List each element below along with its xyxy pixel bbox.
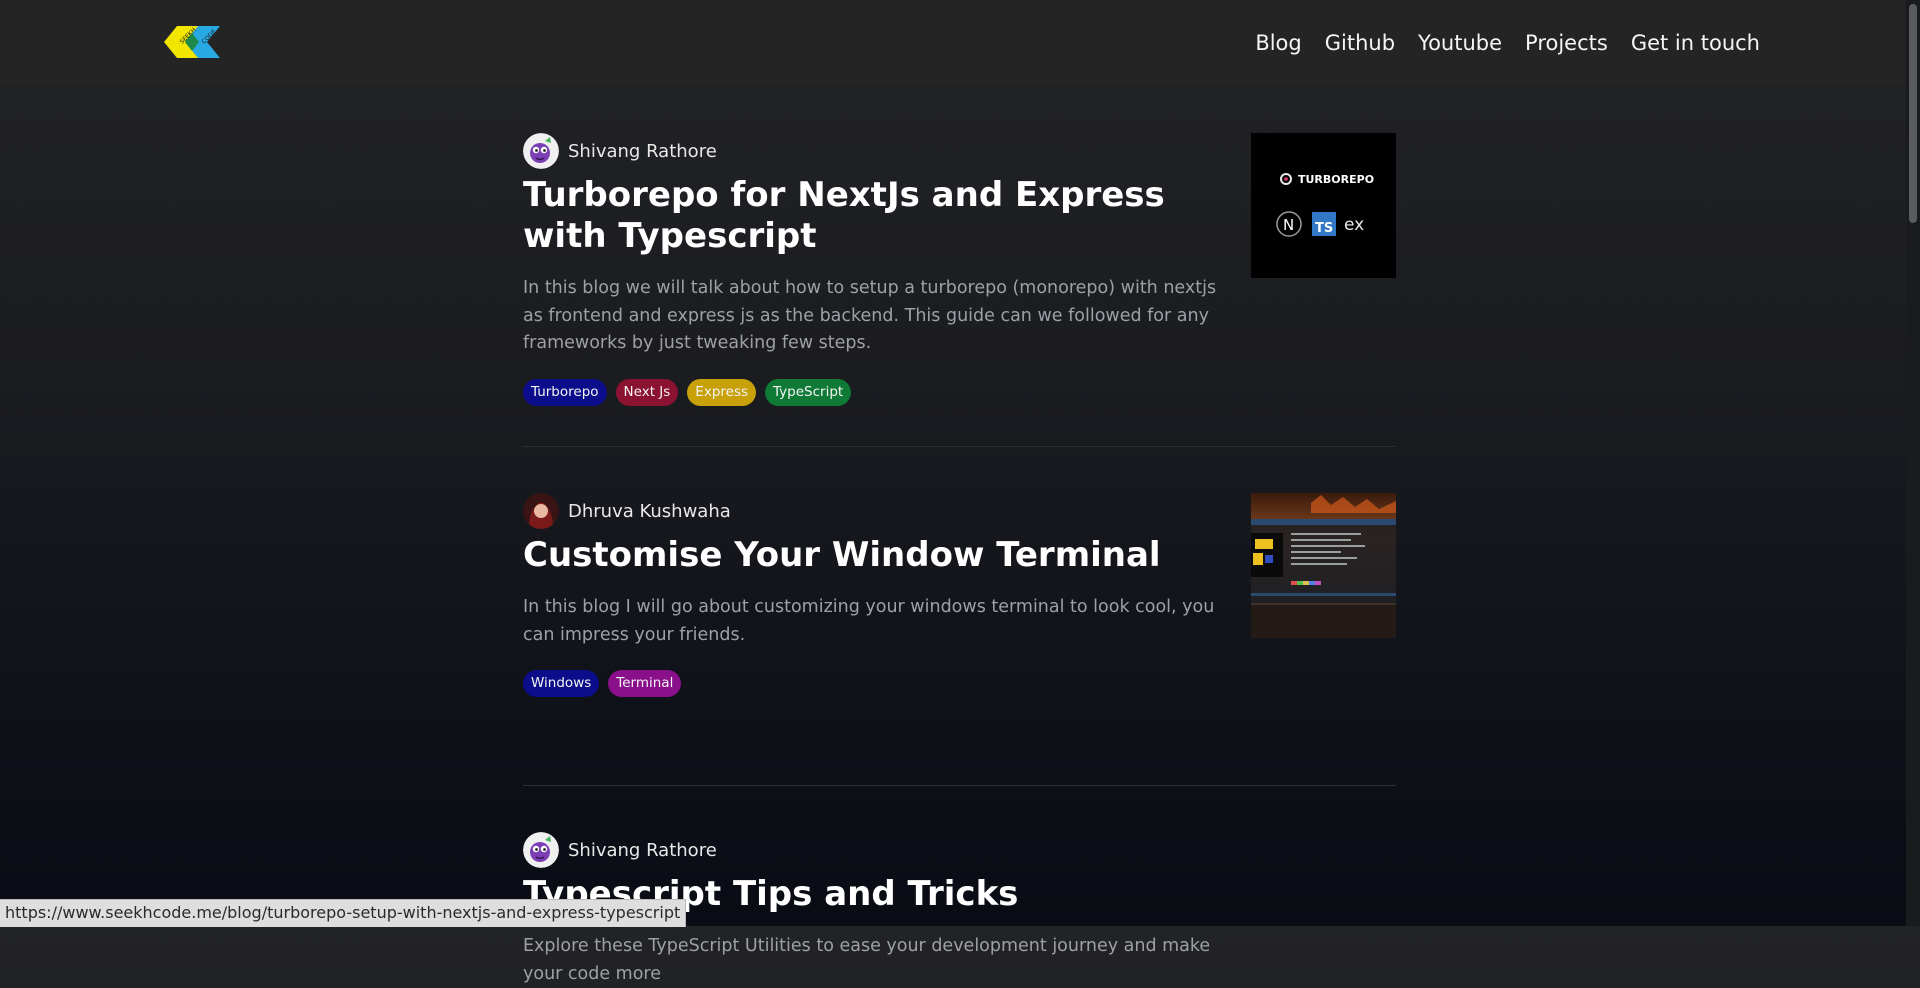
svg-text:ex: ex	[1344, 215, 1364, 235]
nav-link-projects[interactable]: Projects	[1525, 31, 1608, 55]
tag-windows[interactable]: Windows	[523, 670, 600, 697]
nav-link-blog[interactable]: Blog	[1255, 31, 1301, 55]
post-tags: Turborepo Next Js Express TypeScript	[523, 378, 1396, 406]
author-name[interactable]: Shivang Rathore	[568, 840, 717, 861]
post-thumbnail[interactable]: TURBOREPO N TS ex	[1251, 133, 1396, 278]
nav-link-github[interactable]: Github	[1325, 31, 1395, 55]
post-excerpt: In this blog I will go about customizing…	[523, 597, 1215, 645]
post-author: Shivang Rathore	[523, 832, 1396, 868]
post-title[interactable]: Customise Your Window Terminal	[523, 535, 1243, 576]
post-thumbnail[interactable]	[1251, 493, 1396, 638]
author-name[interactable]: Dhruva Kushwaha	[568, 501, 731, 522]
tag-typescript[interactable]: TypeScript	[765, 378, 852, 406]
post-excerpt: In this blog we will talk about how to s…	[523, 278, 1217, 353]
post-divider	[523, 785, 1396, 786]
post-tags: Windows Terminal	[523, 670, 1396, 697]
link-preview-status-bar: https://www.seekhcode.me/blog/turborepo-…	[0, 899, 687, 927]
post-excerpt: Explore these TypeScript Utilities to ea…	[523, 936, 1211, 984]
tag-express[interactable]: Express	[687, 378, 757, 406]
blog-post-card[interactable]: Dhruva Kushwaha Customise Your Window Te…	[523, 493, 1396, 785]
author-name[interactable]: Shivang Rathore	[568, 141, 717, 162]
author-avatar	[523, 133, 559, 169]
scrollbar-thumb[interactable]	[1909, 4, 1917, 223]
navbar: SEEKH CODE Blog Github Youtube Projects …	[0, 0, 1920, 86]
svg-text:TURBOREPO: TURBOREPO	[1298, 173, 1374, 186]
svg-text:N: N	[1283, 216, 1294, 234]
post-divider	[523, 446, 1396, 447]
tag-terminal[interactable]: Terminal	[608, 670, 682, 697]
svg-text:TS: TS	[1315, 221, 1333, 236]
blog-post-card[interactable]: Shivang Rathore Turborepo for NextJs and…	[523, 133, 1396, 446]
blog-list: Shivang Rathore Turborepo for NextJs and…	[523, 133, 1396, 988]
nav-link-get-in-touch[interactable]: Get in touch	[1631, 31, 1760, 55]
tag-nextjs[interactable]: Next Js	[615, 378, 679, 406]
nav-links: Blog Github Youtube Projects Get in touc…	[1255, 0, 1760, 86]
tag-turborepo[interactable]: Turborepo	[523, 378, 607, 406]
author-avatar	[523, 832, 559, 868]
nav-link-youtube[interactable]: Youtube	[1418, 31, 1502, 55]
author-avatar	[523, 493, 559, 529]
page-scrollbar[interactable]	[1906, 0, 1920, 926]
site-logo[interactable]: SEEKH CODE	[161, 22, 223, 62]
post-title[interactable]: Turborepo for NextJs and Express with Ty…	[523, 175, 1243, 257]
